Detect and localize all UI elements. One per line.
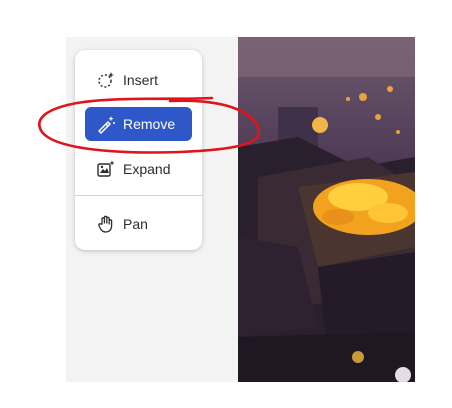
remove-tool-label: Remove	[123, 116, 176, 132]
expand-frame-icon	[95, 158, 117, 180]
pan-tool-button[interactable]: Pan	[85, 207, 192, 241]
remove-tool-button[interactable]: Remove	[85, 107, 192, 141]
insert-sparkle-icon	[95, 69, 117, 91]
remove-wand-icon	[95, 113, 117, 135]
insert-tool-button[interactable]: Insert	[85, 63, 192, 97]
tool-panel: Insert Remove Expand Pan	[75, 50, 202, 250]
image-preview[interactable]	[238, 37, 415, 382]
insert-tool-label: Insert	[123, 72, 159, 88]
generated-image	[238, 37, 415, 382]
tool-divider	[75, 195, 202, 196]
pan-tool-label: Pan	[123, 216, 148, 232]
hand-icon	[95, 213, 117, 235]
expand-tool-button[interactable]: Expand	[85, 152, 192, 186]
expand-tool-label: Expand	[123, 161, 171, 177]
